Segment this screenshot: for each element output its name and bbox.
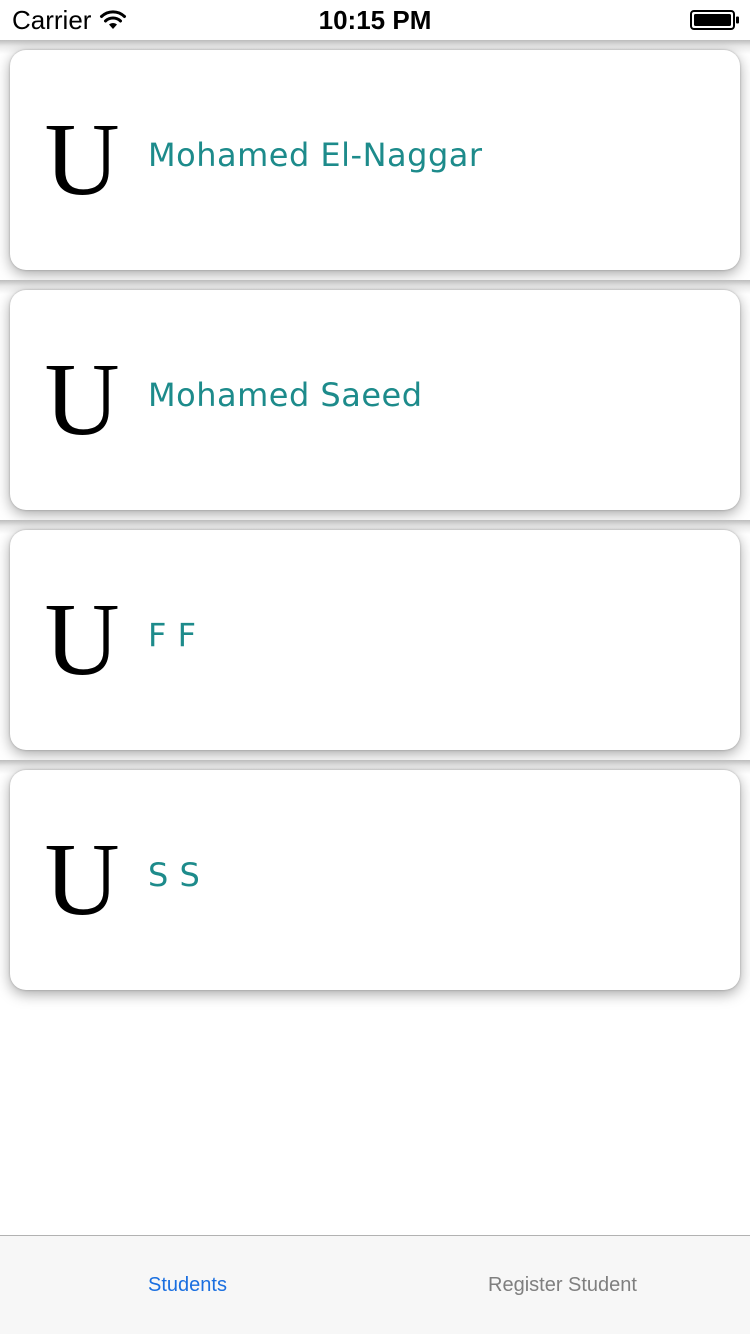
status-time: 10:15 PM	[318, 5, 432, 35]
student-list[interactable]: U Mohamed El-Naggar U Mohamed Saeed U F …	[0, 40, 750, 1235]
student-avatar: U	[44, 102, 120, 217]
student-avatar: U	[44, 342, 120, 457]
student-card[interactable]: U Mohamed Saeed	[10, 290, 740, 510]
battery-icon	[690, 10, 739, 30]
status-bar: Carrier 10:15 PM	[0, 0, 750, 40]
student-avatar: U	[44, 582, 120, 697]
tab-bar: Students Register Student	[0, 1235, 750, 1334]
tab-register-student[interactable]: Register Student	[375, 1236, 750, 1334]
student-name: F F	[148, 616, 197, 654]
student-card[interactable]: U Mohamed El-Naggar	[10, 50, 740, 270]
student-row[interactable]: U F F	[0, 520, 750, 760]
student-card[interactable]: U F F	[10, 530, 740, 750]
student-avatar: U	[44, 822, 120, 937]
student-row[interactable]: U Mohamed El-Naggar	[0, 40, 750, 280]
student-name: Mohamed Saeed	[148, 376, 423, 414]
student-row[interactable]: U Mohamed Saeed	[0, 280, 750, 520]
student-card[interactable]: U S S	[10, 770, 740, 990]
student-row[interactable]: U S S	[0, 760, 750, 1000]
tab-students[interactable]: Students	[0, 1236, 375, 1334]
student-name: S S	[148, 856, 201, 894]
student-name: Mohamed El-Naggar	[148, 136, 483, 174]
app-screen: Carrier 10:15 PM U Mohamed El-Naggar U M…	[0, 0, 750, 1334]
